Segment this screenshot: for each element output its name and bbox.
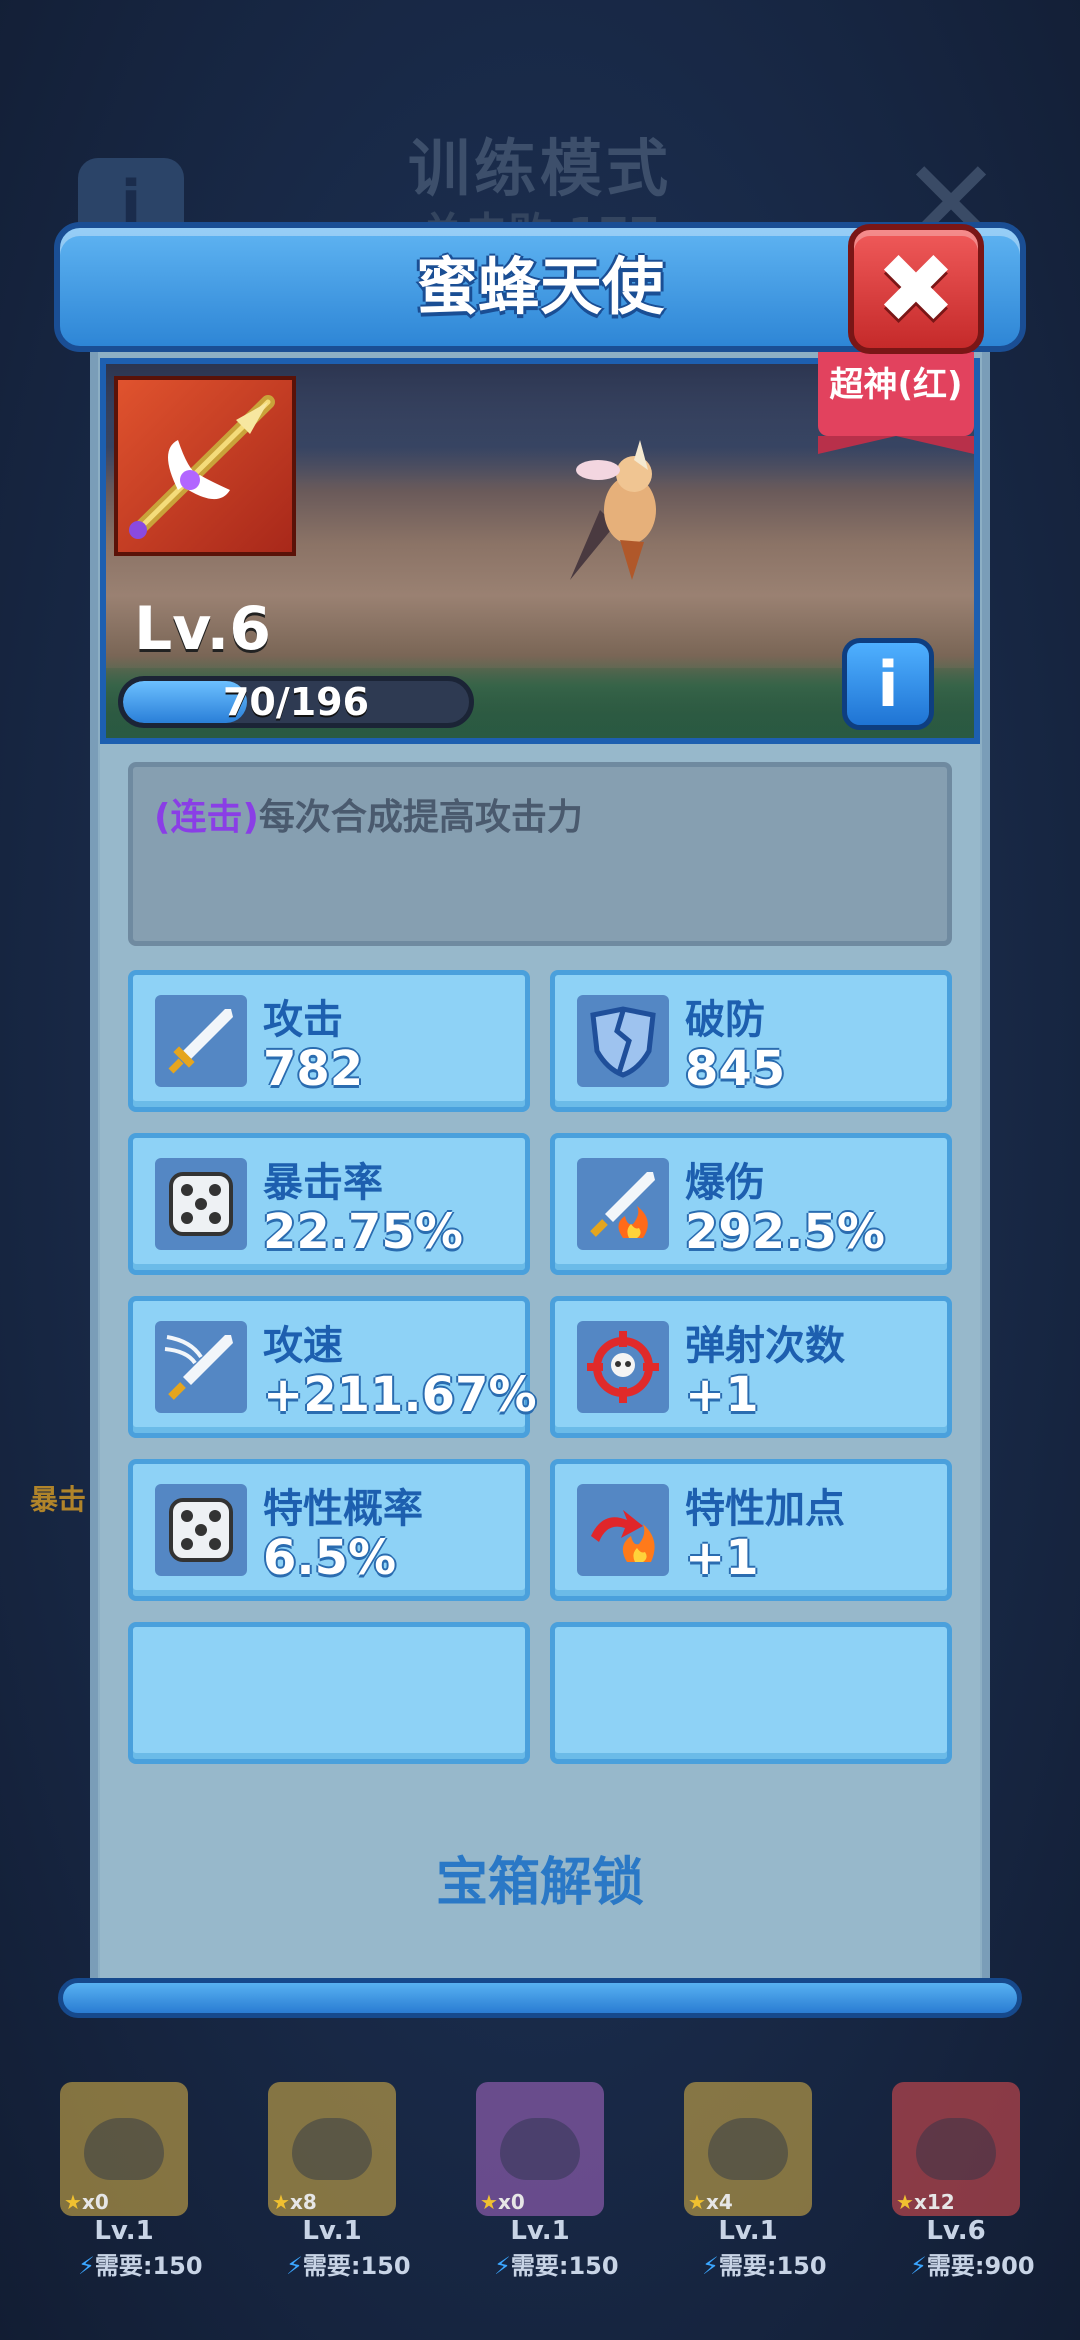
- description-text: (连击)每次合成提高攻击力: [154, 788, 583, 840]
- stat-card-attack-speed: 攻速 +211.67%: [128, 1296, 537, 1438]
- stat-card-trait-points: 特性加点 +1: [550, 1459, 952, 1601]
- roster-count-text: x12: [913, 2190, 955, 2214]
- stat-value: +211.67%: [263, 1367, 537, 1423]
- roster-count-text: x0: [497, 2190, 525, 2214]
- speed-sword-icon: [155, 1321, 247, 1413]
- close-icon: ✖: [875, 233, 957, 345]
- roster-cost-text: 需要:900: [926, 2252, 1035, 2280]
- description-body: 每次合成提高攻击力: [258, 797, 583, 838]
- stat-value: 845: [685, 1041, 786, 1097]
- close-button[interactable]: ✖: [848, 224, 984, 354]
- lightning-icon: ⚡: [78, 2252, 95, 2280]
- roster-level: Lv.1: [302, 2216, 362, 2246]
- stat-label: 攻击: [263, 997, 343, 1043]
- stat-value: +1: [685, 1530, 759, 1586]
- stat-label: 暴击率: [263, 1160, 383, 1206]
- roster-cost: ⚡需要:150: [78, 2246, 238, 2281]
- hero-level: Lv.6: [134, 594, 271, 664]
- monster-icon: [500, 2118, 580, 2180]
- star-icon: ★: [688, 2190, 706, 2214]
- star-icon: ★: [272, 2190, 290, 2214]
- stat-value: 22.75%: [263, 1204, 463, 1260]
- lightning-icon: ⚡: [910, 2252, 927, 2280]
- monster-icon: [708, 2118, 788, 2180]
- stat-card-crit-damage: 爆伤 292.5%: [550, 1133, 952, 1275]
- stat-label: 特性概率: [263, 1486, 423, 1532]
- stat-label: 攻速: [263, 1323, 343, 1369]
- lightning-icon: ⚡: [494, 2252, 511, 2280]
- roster-count-text: x8: [289, 2190, 317, 2214]
- roster-cost-text: 需要:150: [718, 2252, 827, 2280]
- stat-label: 弹射次数: [685, 1323, 845, 1369]
- stat-value: 292.5%: [685, 1204, 885, 1260]
- target-skull-icon: [577, 1321, 669, 1413]
- stat-card-bounce-count: 弹射次数 +1: [550, 1296, 952, 1438]
- stat-label: 爆伤: [685, 1160, 765, 1206]
- monster-icon: [916, 2118, 996, 2180]
- flaming-sword-icon: [577, 1158, 669, 1250]
- fire-arrow-icon: [577, 1484, 669, 1576]
- stat-card-trait-chance: 特性概率 6.5%: [128, 1459, 530, 1601]
- stat-value: 782: [263, 1041, 364, 1097]
- roster-cost: ⚡需要:150: [494, 2246, 654, 2281]
- roster-cost-text: 需要:150: [302, 2252, 411, 2280]
- roster-count: ★x4: [688, 2190, 733, 2214]
- star-icon: ★: [896, 2190, 914, 2214]
- hero-figure-icon: [570, 440, 656, 580]
- roster-cost-text: 需要:150: [510, 2252, 619, 2280]
- sword-icon: [155, 995, 247, 1087]
- roster-count-text: x4: [705, 2190, 733, 2214]
- roster-level: Lv.1: [718, 2216, 778, 2246]
- monster-icon: [292, 2118, 372, 2180]
- stat-label: 特性加点: [685, 1486, 845, 1532]
- stat-card-crit-rate: 暴击率 22.75%: [128, 1133, 530, 1275]
- star-icon: ★: [64, 2190, 82, 2214]
- roster-cost: ⚡需要:150: [702, 2246, 862, 2281]
- roster-cost: ⚡需要:900: [910, 2246, 1070, 2281]
- stat-label: 破防: [685, 997, 765, 1043]
- info-button[interactable]: i: [842, 638, 934, 730]
- weapon-staff-icon: [114, 376, 296, 556]
- exp-text: 70/196: [222, 680, 370, 724]
- stat-card-empty: [128, 1622, 530, 1764]
- background-side-text: 暴击: [30, 1483, 87, 1516]
- roster-count: ★x8: [272, 2190, 317, 2214]
- stat-value: +1: [685, 1367, 759, 1423]
- roster-level: Lv.1: [510, 2216, 570, 2246]
- roster-cost-text: 需要:150: [94, 2252, 203, 2280]
- stat-card-attack: 攻击 782: [128, 970, 530, 1112]
- star-icon: ★: [480, 2190, 498, 2214]
- stat-value: 6.5%: [263, 1530, 397, 1586]
- dice-icon: [155, 1158, 247, 1250]
- chest-unlock-text: 宝箱解锁: [435, 1853, 644, 1913]
- roster-count: ★x0: [480, 2190, 525, 2214]
- roster-level: Lv.1: [94, 2216, 154, 2246]
- roster-count: ★x12: [896, 2190, 955, 2214]
- dice-icon: [155, 1484, 247, 1576]
- dialog-footer-bar: [58, 1978, 1022, 2018]
- rarity-ribbon: 超神(红): [818, 352, 974, 454]
- description-tag: (连击): [154, 797, 259, 838]
- monster-icon: [84, 2118, 164, 2180]
- lightning-icon: ⚡: [286, 2252, 303, 2280]
- broken-shield-icon: [577, 995, 669, 1087]
- stat-card-empty: [550, 1622, 952, 1764]
- roster-level: Lv.6: [926, 2216, 986, 2246]
- roster-count-text: x0: [81, 2190, 109, 2214]
- stat-card-armor-break: 破防 845: [550, 970, 952, 1112]
- lightning-icon: ⚡: [702, 2252, 719, 2280]
- roster-count: ★x0: [64, 2190, 109, 2214]
- roster-cost: ⚡需要:150: [286, 2246, 446, 2281]
